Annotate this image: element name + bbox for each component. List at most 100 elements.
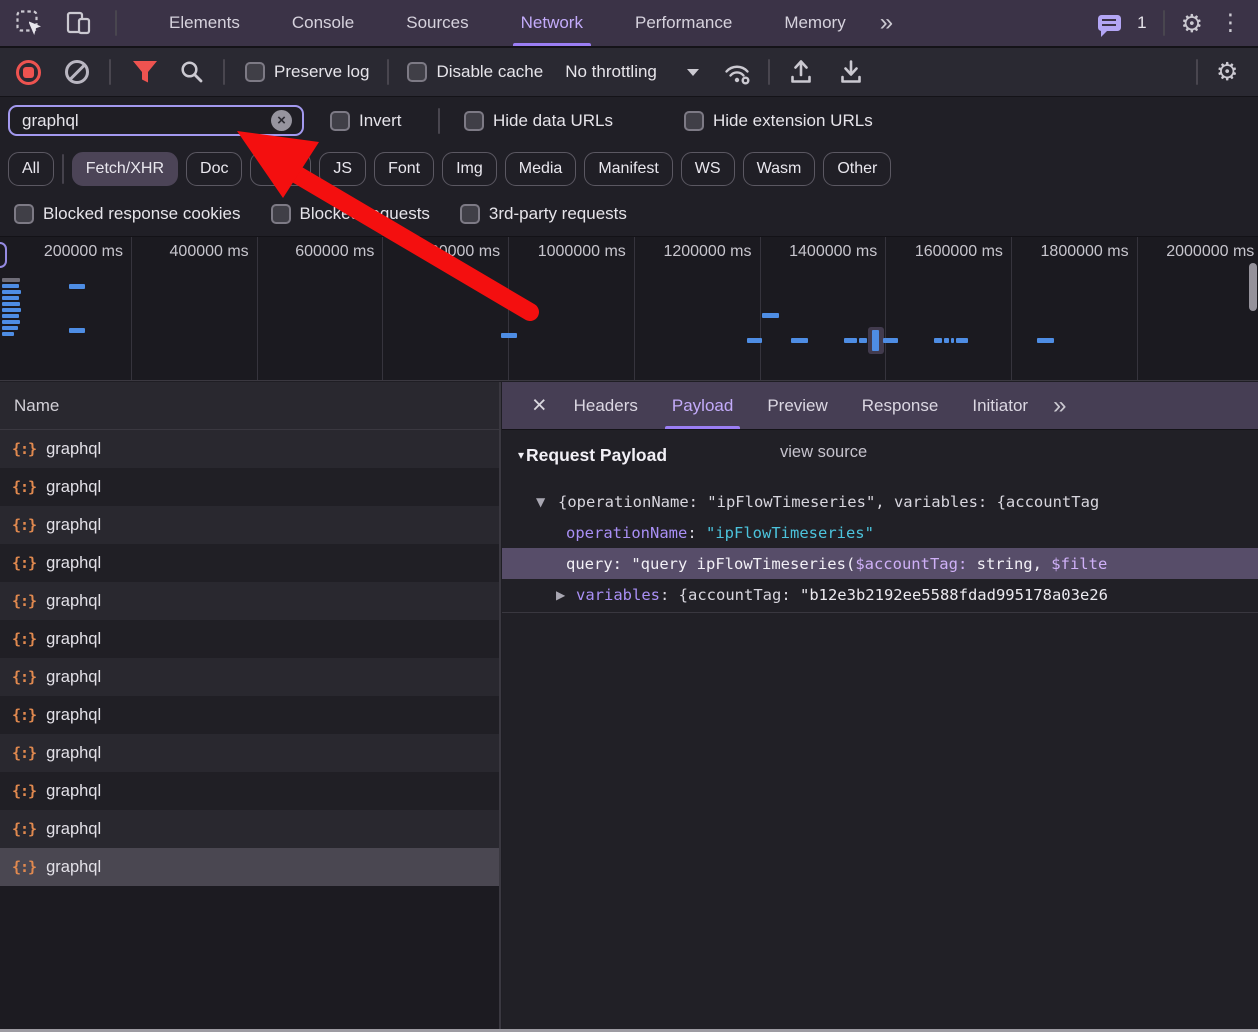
topbar-separator-2 <box>1163 10 1165 36</box>
json-icon: {:} <box>12 440 36 458</box>
waterfall-bar <box>762 313 779 318</box>
request-row[interactable]: {:}graphql <box>0 734 499 772</box>
request-row[interactable]: {:}graphql <box>0 468 499 506</box>
payload-text: : <box>687 524 706 542</box>
hide-extension-urls-checkbox[interactable] <box>684 111 704 131</box>
filter-row: graphql × Invert Hide data URLs Hide ext… <box>0 97 1258 145</box>
timeline-tick-label: 400000 ms <box>117 243 249 261</box>
payload-line[interactable]: ▼{operationName: "ipFlowTimeseries", var… <box>502 486 1258 517</box>
filter-chip-css[interactable]: CSS <box>250 152 311 186</box>
filter-chip-js[interactable]: JS <box>319 152 366 186</box>
more-tabs-icon[interactable]: » <box>872 9 899 37</box>
request-row[interactable]: {:}graphql <box>0 620 499 658</box>
hide-data-urls-checkbox[interactable] <box>464 111 484 131</box>
detail-tab-response[interactable]: Response <box>845 382 956 429</box>
request-row[interactable]: {:}graphql <box>0 544 499 582</box>
request-payload-header[interactable]: ▾ Request Payload view source <box>502 440 667 470</box>
detail-tab-initiator[interactable]: Initiator <box>955 382 1045 429</box>
throttling-caret-icon[interactable] <box>687 69 699 76</box>
filter-chip-other[interactable]: Other <box>823 152 891 186</box>
detail-tab-headers[interactable]: Headers <box>557 382 655 429</box>
toolbar-separator-2 <box>223 59 225 85</box>
json-icon: {:} <box>12 782 36 800</box>
inspect-element-icon[interactable] <box>16 10 43 37</box>
network-toolbar: Preserve log Disable cache No throttling <box>0 48 1258 97</box>
payload-line[interactable]: operationName: "ipFlowTimeseries" <box>502 517 1258 548</box>
filter-chip-manifest[interactable]: Manifest <box>584 152 672 186</box>
overview-scrollbar-thumb[interactable] <box>1249 263 1257 311</box>
payload-collapse-icon[interactable]: ▾ <box>518 448 524 462</box>
waterfall-bar <box>859 338 867 343</box>
import-har-icon[interactable] <box>786 58 816 86</box>
filter-chip-fetchxhr[interactable]: Fetch/XHR <box>72 152 178 186</box>
hide-data-urls-group: Hide data URLs <box>464 105 613 136</box>
throttling-select[interactable]: No throttling <box>565 62 657 82</box>
tab-memory[interactable]: Memory <box>758 0 871 46</box>
blocked-response-cookies-label: Blocked response cookies <box>43 204 241 224</box>
filter-chip-media[interactable]: Media <box>505 152 577 186</box>
filter-chip-ws[interactable]: WS <box>681 152 735 186</box>
filter-chip-doc[interactable]: Doc <box>186 152 242 186</box>
settings-gear-icon[interactable]: ⚙ <box>1181 11 1203 36</box>
name-column-header[interactable]: Name <box>0 382 499 430</box>
network-overview-timeline[interactable]: 200000 ms400000 ms600000 ms800000 ms1000… <box>0 236 1258 381</box>
request-row[interactable]: {:}graphql <box>0 848 499 886</box>
detail-more-tabs-icon[interactable]: » <box>1045 392 1072 420</box>
record-network-log-button[interactable] <box>16 60 41 85</box>
tab-elements[interactable]: Elements <box>143 0 266 46</box>
request-row[interactable]: {:}graphql <box>0 810 499 848</box>
payload-text: operationName <box>566 524 687 542</box>
preserve-log-checkbox[interactable] <box>245 62 265 82</box>
request-name: graphql <box>46 744 101 763</box>
blocked-requests-checkbox[interactable] <box>271 204 291 224</box>
request-name: graphql <box>46 592 101 611</box>
request-row[interactable]: {:}graphql <box>0 696 499 734</box>
invert-checkbox[interactable] <box>330 111 350 131</box>
disable-cache-checkbox[interactable] <box>407 62 427 82</box>
filter-funnel-icon[interactable] <box>131 59 159 85</box>
payload-line[interactable]: ▶variables: {accountTag: "b12e3b2192ee55… <box>502 579 1258 610</box>
filter-chip-img[interactable]: Img <box>442 152 497 186</box>
export-har-icon[interactable] <box>836 58 866 86</box>
device-toolbar-icon[interactable] <box>65 9 93 37</box>
waterfall-bar <box>1037 338 1054 343</box>
filter-chip-all[interactable]: All <box>8 152 54 186</box>
filter-chip-wasm[interactable]: Wasm <box>743 152 816 186</box>
issues-message-icon[interactable] <box>1098 15 1121 31</box>
view-source-link[interactable]: view source <box>780 443 867 462</box>
json-icon: {:} <box>12 478 36 496</box>
kebab-menu-icon[interactable]: ⋮ <box>1219 12 1242 35</box>
clear-network-log-icon[interactable] <box>65 60 89 84</box>
tab-performance[interactable]: Performance <box>609 0 758 46</box>
blocked-response-cookies-checkbox[interactable] <box>14 204 34 224</box>
json-icon: {:} <box>12 592 36 610</box>
network-conditions-icon[interactable] <box>723 59 752 86</box>
request-row[interactable]: {:}graphql <box>0 506 499 544</box>
filter-input-value: graphql <box>22 111 271 131</box>
toolbar-separator-3 <box>387 59 389 85</box>
tab-sources[interactable]: Sources <box>380 0 494 46</box>
clear-filter-icon[interactable]: × <box>271 110 292 131</box>
close-details-icon[interactable]: × <box>522 393 557 418</box>
request-row[interactable]: {:}graphql <box>0 772 499 810</box>
detail-tabs-bar: × HeadersPayloadPreviewResponseInitiator… <box>502 382 1258 430</box>
tree-toggle-icon[interactable]: ▼ <box>536 495 545 509</box>
detail-tab-preview[interactable]: Preview <box>750 382 844 429</box>
payload-line[interactable]: query: "query ipFlowTimeseries($accountT… <box>502 548 1258 579</box>
filter-chip-font[interactable]: Font <box>374 152 434 186</box>
search-icon[interactable] <box>179 59 205 85</box>
detail-tab-payload[interactable]: Payload <box>655 382 750 429</box>
tree-toggle-icon[interactable]: ▶ <box>556 588 565 602</box>
overview-left-handle[interactable] <box>0 242 7 268</box>
tab-console[interactable]: Console <box>266 0 380 46</box>
tab-network[interactable]: Network <box>495 0 609 46</box>
network-settings-gear-icon[interactable]: ⚙ <box>1216 59 1238 84</box>
request-row[interactable]: {:} graphql <box>0 582 499 620</box>
request-row[interactable]: {:}graphql <box>0 430 499 468</box>
request-rows: {:}graphql{:}graphql{:}graphql{:}graphql… <box>0 430 499 886</box>
third-party-requests-checkbox[interactable] <box>460 204 480 224</box>
filter-input[interactable]: graphql × <box>8 105 304 136</box>
timeline-tick-label: 1000000 ms <box>494 243 626 261</box>
blocked-requests-label: Blocked requests <box>300 204 430 224</box>
request-row[interactable]: {:}graphql <box>0 658 499 696</box>
